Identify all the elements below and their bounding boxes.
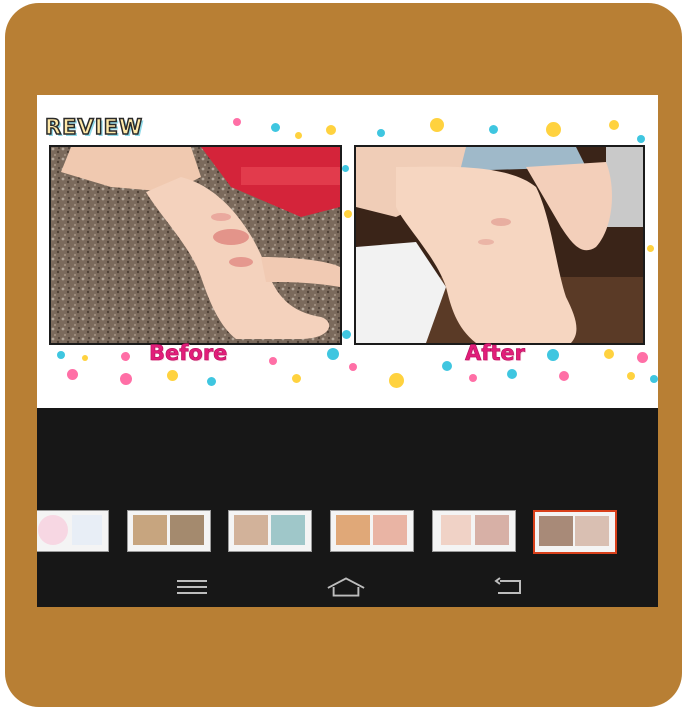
review-image: REVIEW Before After [37, 95, 658, 408]
confetti-dot [271, 123, 280, 132]
confetti-dot [559, 371, 569, 381]
confetti-dot [627, 372, 635, 380]
confetti-dot [207, 377, 216, 386]
thumb-image [133, 515, 167, 545]
review-title: REVIEW [44, 114, 144, 140]
thumbnail-strip [37, 510, 658, 556]
thumb-image [72, 515, 102, 545]
thumbnail-1[interactable] [37, 510, 109, 552]
confetti-dot [342, 165, 349, 172]
after-label: After [465, 341, 526, 366]
back-icon [494, 577, 521, 594]
thumb-image [271, 515, 305, 545]
before-label: Before [149, 341, 228, 366]
confetti-dot [547, 349, 559, 361]
thumbnail-4[interactable] [330, 510, 414, 552]
thumb-image [575, 516, 609, 546]
thumbnail-6-selected[interactable] [533, 510, 617, 554]
confetti-dot [167, 370, 178, 381]
thumb-image [441, 515, 471, 545]
before-photo-image [51, 147, 340, 343]
home-icon [327, 577, 365, 597]
thumb-image [170, 515, 204, 545]
confetti-dot [637, 135, 645, 143]
confetti-dot [67, 369, 78, 380]
phone-screen: REVIEW Before After [37, 95, 658, 607]
confetti-dot [326, 125, 336, 135]
thumb-image [336, 515, 370, 545]
after-photo-image [356, 147, 643, 343]
confetti-dot [609, 120, 619, 130]
back-button[interactable] [489, 575, 529, 599]
before-photo [49, 145, 342, 345]
confetti-dot [121, 352, 130, 361]
confetti-dot [546, 122, 561, 137]
confetti-dot [647, 245, 654, 252]
confetti-dot [342, 330, 351, 339]
thumbnail-2[interactable] [127, 510, 211, 552]
confetti-dot [349, 363, 357, 371]
thumb-image [475, 515, 509, 545]
confetti-dot [637, 352, 648, 363]
confetti-dot [507, 369, 517, 379]
thumbnail-3[interactable] [228, 510, 312, 552]
confetti-dot [489, 125, 498, 134]
home-button[interactable] [326, 575, 366, 599]
confetti-dot [120, 373, 132, 385]
confetti-dot [295, 132, 302, 139]
confetti-dot [650, 375, 658, 383]
after-photo [354, 145, 645, 345]
confetti-dot [604, 349, 614, 359]
confetti-dot [327, 348, 339, 360]
confetti-dot [442, 361, 452, 371]
confetti-dot [430, 118, 444, 132]
confetti-dot [469, 374, 477, 382]
confetti-dot [57, 351, 65, 359]
thumb-image [539, 516, 573, 546]
navigation-bar [37, 565, 658, 607]
confetti-dot [233, 118, 241, 126]
thumbnail-5[interactable] [432, 510, 516, 552]
thumb-image [38, 515, 68, 545]
confetti-dot [269, 357, 277, 365]
confetti-dot [82, 355, 88, 361]
confetti-dot [389, 373, 404, 388]
confetti-dot [377, 129, 385, 137]
menu-icon [177, 580, 207, 594]
thumb-image [234, 515, 268, 545]
menu-button[interactable] [172, 575, 212, 599]
confetti-dot [292, 374, 301, 383]
confetti-dot [344, 210, 352, 218]
thumb-image [373, 515, 407, 545]
